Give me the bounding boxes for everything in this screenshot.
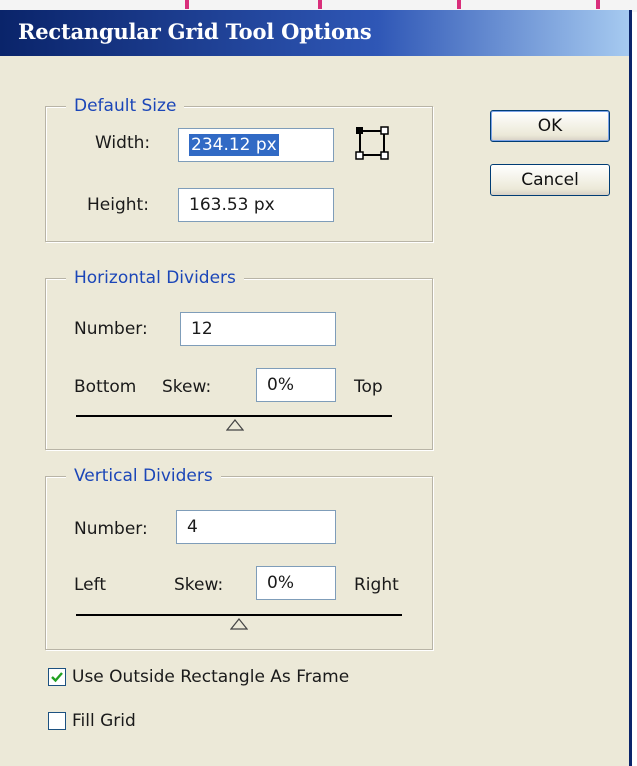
horizontal-number-input[interactable]: 12: [180, 312, 336, 346]
title-bar[interactable]: Rectangular Grid Tool Options: [0, 10, 629, 56]
vertical-skew-slider-thumb[interactable]: [230, 618, 248, 630]
use-outside-rectangle-label[interactable]: Use Outside Rectangle As Frame: [72, 666, 349, 688]
checkmark-icon: [51, 672, 63, 683]
horizontal-skew-slider-track[interactable]: [76, 415, 392, 417]
ok-button[interactable]: OK: [490, 110, 610, 142]
background-mark: [457, 0, 461, 9]
background-mark: [596, 0, 600, 9]
vertical-skew-slider-track[interactable]: [76, 614, 402, 616]
vertical-number-label: Number:: [74, 519, 148, 539]
width-value: 234.12 px: [189, 134, 279, 156]
vertical-skew-input[interactable]: 0%: [256, 566, 336, 600]
rectangular-grid-dialog: Rectangular Grid Tool Options Default Si…: [0, 10, 632, 766]
horizontal-skew-slider-thumb[interactable]: [226, 419, 244, 431]
horizontal-top-label: Top: [354, 377, 383, 397]
background-mark: [185, 0, 189, 9]
height-input[interactable]: 163.53 px: [178, 188, 334, 222]
width-input[interactable]: 234.12 px: [178, 128, 334, 162]
width-label: Width:: [95, 133, 151, 153]
horizontal-bottom-label: Bottom: [74, 377, 137, 397]
horizontal-skew-label: Skew:: [162, 377, 212, 397]
fill-grid-label[interactable]: Fill Grid: [72, 710, 136, 732]
default-size-legend: Default Size: [66, 95, 185, 117]
use-outside-rectangle-checkbox[interactable]: [48, 668, 66, 686]
vertical-number-input[interactable]: 4: [176, 510, 336, 544]
fill-grid-checkbox[interactable]: [48, 712, 66, 730]
vertical-skew-label: Skew:: [174, 575, 224, 595]
horizontal-number-label: Number:: [74, 319, 148, 339]
background-mark: [318, 0, 322, 9]
vertical-dividers-legend: Vertical Dividers: [66, 465, 221, 487]
cancel-button[interactable]: Cancel: [490, 164, 610, 196]
height-label: Height:: [87, 195, 149, 215]
horizontal-skew-input[interactable]: 0%: [256, 368, 336, 402]
horizontal-dividers-legend: Horizontal Dividers: [66, 267, 244, 289]
vertical-left-label: Left: [74, 575, 106, 595]
constrain-proportions-icon[interactable]: [355, 126, 389, 160]
dialog-title: Rectangular Grid Tool Options: [18, 19, 372, 44]
vertical-right-label: Right: [354, 575, 399, 595]
